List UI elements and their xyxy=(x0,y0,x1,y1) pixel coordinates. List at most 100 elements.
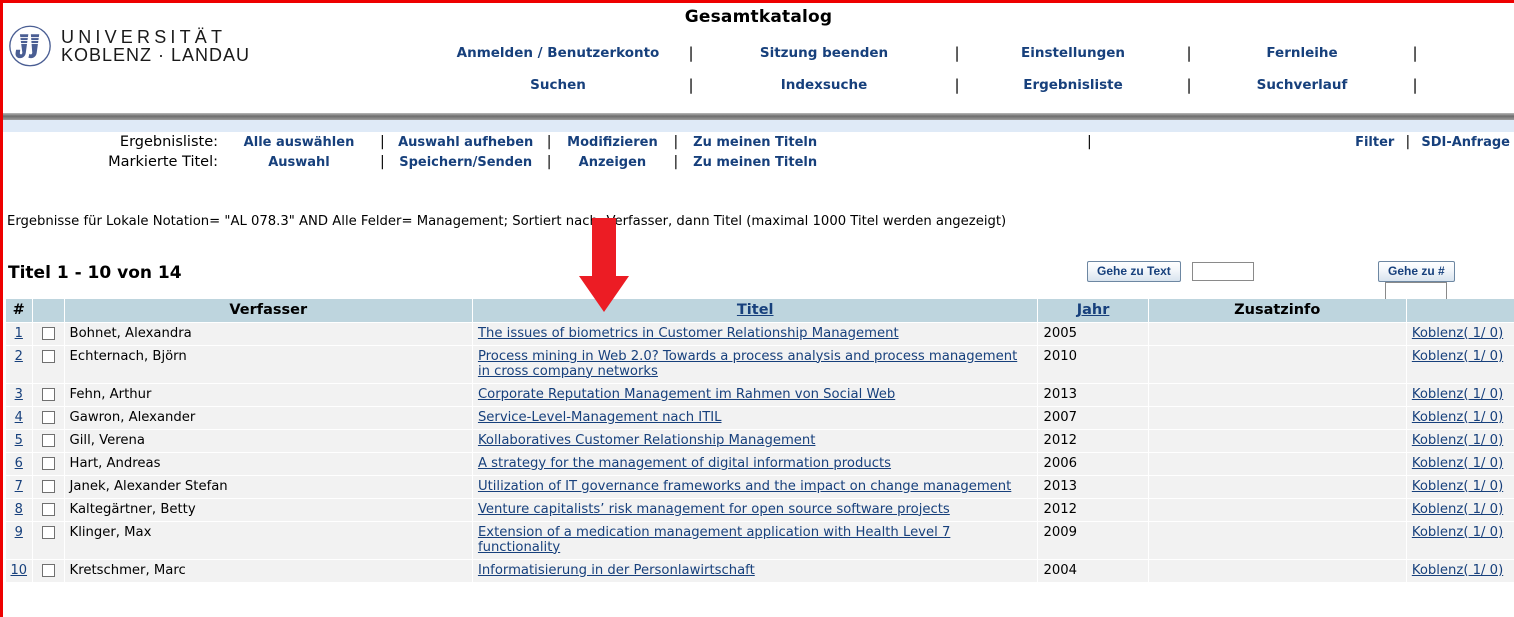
row-title-link[interactable]: Extension of a medication management app… xyxy=(478,525,950,555)
nav-link-einstellungen[interactable]: Einstellungen xyxy=(1021,45,1125,61)
toolbar-modifizieren[interactable]: Modifizieren xyxy=(558,135,666,150)
nav-link-suchverlauf[interactable]: Suchverlauf xyxy=(1257,77,1348,93)
row-title-link[interactable]: The issues of biometrics in Customer Rel… xyxy=(478,326,899,341)
row-number-link[interactable]: 6 xyxy=(15,456,23,471)
goto-text-input[interactable] xyxy=(1191,262,1254,281)
row-number-link[interactable]: 7 xyxy=(15,479,23,494)
nav-item-fernleihe[interactable]: Fernleihe xyxy=(1197,45,1407,61)
row-number-link[interactable]: 10 xyxy=(10,563,27,578)
nav-link-sitzung-beenden[interactable]: Sitzung beenden xyxy=(760,45,888,61)
row-number-link[interactable]: 9 xyxy=(15,525,23,540)
goto-text-button[interactable]: Gehe zu Text xyxy=(1087,261,1181,282)
nav-link-suchen[interactable]: Suchen xyxy=(530,77,586,93)
header-jahr[interactable]: Jahr xyxy=(1037,299,1149,323)
nav-item-ergebnisliste[interactable]: Ergebnisliste xyxy=(965,77,1181,93)
nav-item-sitzung-beenden[interactable]: Sitzung beenden xyxy=(699,45,949,61)
row-select-checkbox[interactable] xyxy=(41,433,55,447)
row-select-checkbox[interactable] xyxy=(41,456,55,470)
row-select-cell xyxy=(32,429,65,453)
nav-item-suchverlauf[interactable]: Suchverlauf xyxy=(1197,77,1407,93)
nav-item-suchen[interactable]: Suchen xyxy=(433,77,683,93)
row-title-link[interactable]: Corporate Reputation Management im Rahme… xyxy=(478,387,895,402)
row-title-cell: Utilization of IT governance frameworks … xyxy=(472,475,1039,499)
row-location-link[interactable]: Koblenz( 1/ 0) xyxy=(1412,456,1503,471)
header-titel-sort-link[interactable]: Titel xyxy=(737,302,774,318)
toolbar-row-ergebnisliste: Ergebnisliste: Alle auswählen | Auswahl … xyxy=(3,134,1514,154)
toolbar-separator: | xyxy=(546,134,552,150)
row-select-checkbox[interactable] xyxy=(41,525,55,539)
results-table-body: 1 Bohnet, Alexandra The issues of biometri… xyxy=(6,322,1514,583)
nav-link-anmelden[interactable]: Anmelden / Benutzerkonto xyxy=(457,45,660,61)
row-select-checkbox[interactable] xyxy=(41,349,55,363)
row-title-link[interactable]: A strategy for the management of digital… xyxy=(478,456,891,471)
nav-item-anmelden[interactable]: Anmelden / Benutzerkonto xyxy=(433,45,683,61)
row-location-link[interactable]: Koblenz( 1/ 0) xyxy=(1412,387,1503,402)
row-select-checkbox[interactable] xyxy=(41,387,55,401)
nav-link-ergebnisliste[interactable]: Ergebnisliste xyxy=(1023,77,1123,93)
toolbar-anzeigen[interactable]: Anzeigen xyxy=(558,155,666,170)
row-title-link[interactable]: Utilization of IT governance frameworks … xyxy=(478,479,1011,494)
row-number-link[interactable]: 4 xyxy=(15,410,23,425)
row-zusatzinfo xyxy=(1148,429,1407,453)
row-select-cell xyxy=(32,452,65,476)
toolbar-filter[interactable]: Filter xyxy=(1355,135,1394,150)
row-number-link[interactable]: 1 xyxy=(15,326,23,341)
row-location-link[interactable]: Koblenz( 1/ 0) xyxy=(1412,502,1503,517)
row-location-link[interactable]: Koblenz( 1/ 0) xyxy=(1412,326,1503,341)
toolbar-separator: | xyxy=(673,154,679,170)
nav-item-indexsuche[interactable]: Indexsuche xyxy=(699,77,949,93)
header-divider-blue xyxy=(3,120,1514,132)
site-header: UNIVERSITÄT KOBLENZ · LANDAU Gesamtkatal… xyxy=(3,3,1514,113)
row-location-cell: Koblenz( 1/ 0) xyxy=(1406,475,1514,499)
row-author: Klinger, Max xyxy=(64,521,473,560)
row-location-link[interactable]: Koblenz( 1/ 0) xyxy=(1412,479,1503,494)
goto-number-button[interactable]: Gehe zu # xyxy=(1378,261,1455,282)
row-title-cell: The issues of biometrics in Customer Rel… xyxy=(472,322,1039,346)
nav-item-einstellungen[interactable]: Einstellungen xyxy=(965,45,1181,61)
table-row: 8 Kaltegärtner, Betty Venture capitalists’… xyxy=(6,498,1514,522)
row-number-link[interactable]: 3 xyxy=(15,387,23,402)
row-number-cell: 1 xyxy=(6,322,33,346)
row-number-link[interactable]: 2 xyxy=(15,349,23,364)
university-logo: UNIVERSITÄT KOBLENZ · LANDAU xyxy=(8,25,250,67)
toolbar-auswahl-aufheben[interactable]: Auswahl aufheben xyxy=(392,135,540,150)
nav-separator: | xyxy=(1412,44,1418,62)
row-title-link[interactable]: Venture capitalists’ risk management for… xyxy=(478,502,950,517)
nav-link-fernleihe[interactable]: Fernleihe xyxy=(1266,45,1337,61)
logo-line-university: UNIVERSITÄT xyxy=(61,26,227,47)
row-number-cell: 7 xyxy=(6,475,33,499)
toolbar-zu-meinen-titeln-2[interactable]: Zu meinen Titeln xyxy=(685,155,825,170)
nav-link-indexsuche[interactable]: Indexsuche xyxy=(781,77,868,93)
row-select-checkbox[interactable] xyxy=(41,326,55,340)
row-number-cell: 3 xyxy=(6,383,33,407)
row-title-link[interactable]: Informatisierung in der Personlawirtscha… xyxy=(478,563,755,578)
row-location-link[interactable]: Koblenz( 1/ 0) xyxy=(1412,433,1503,448)
toolbar-sdi-anfrage[interactable]: SDI-Anfrage xyxy=(1421,135,1510,150)
row-location-link[interactable]: Koblenz( 1/ 0) xyxy=(1412,349,1503,364)
toolbar-speichern-senden[interactable]: Speichern/Senden xyxy=(392,155,540,170)
row-title-link[interactable]: Service-Level-Management nach ITIL xyxy=(478,410,722,425)
row-select-cell xyxy=(32,521,65,560)
table-row: 6 Hart, Andreas A strategy for the managem… xyxy=(6,452,1514,476)
row-location-link[interactable]: Koblenz( 1/ 0) xyxy=(1412,563,1503,578)
header-jahr-sort-link[interactable]: Jahr xyxy=(1077,302,1110,318)
row-number-link[interactable]: 5 xyxy=(15,433,23,448)
row-location-link[interactable]: Koblenz( 1/ 0) xyxy=(1412,410,1503,425)
row-select-checkbox[interactable] xyxy=(41,563,55,577)
nav-separator: | xyxy=(688,76,694,94)
toolbar-auswahl[interactable]: Auswahl xyxy=(225,155,373,170)
header-titel[interactable]: Titel xyxy=(472,299,1039,323)
row-number-link[interactable]: 8 xyxy=(15,502,23,517)
toolbar-alle-auswaehlen[interactable]: Alle auswählen xyxy=(225,135,373,150)
row-year: 2005 xyxy=(1037,322,1149,346)
row-select-checkbox[interactable] xyxy=(41,502,55,516)
row-title-link[interactable]: Kollaboratives Customer Relationship Man… xyxy=(478,433,816,448)
row-location-cell: Koblenz( 1/ 0) xyxy=(1406,383,1514,407)
row-title-link[interactable]: Process mining in Web 2.0? Towards a pro… xyxy=(478,349,1017,379)
row-select-cell xyxy=(32,559,65,583)
row-select-checkbox[interactable] xyxy=(41,410,55,424)
page-title: Gesamtkatalog xyxy=(684,7,833,27)
row-select-checkbox[interactable] xyxy=(41,479,55,493)
row-location-link[interactable]: Koblenz( 1/ 0) xyxy=(1412,525,1503,540)
toolbar-zu-meinen-titeln-1[interactable]: Zu meinen Titeln xyxy=(685,135,825,150)
